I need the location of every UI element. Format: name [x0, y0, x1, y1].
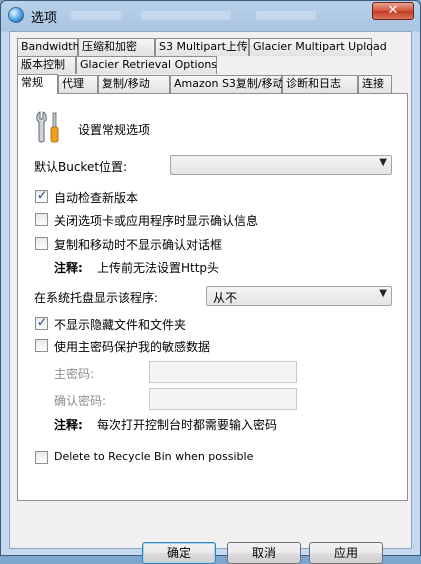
button-label: 确定 — [166, 546, 191, 560]
master-password-label[interactable]: 使用主密码保护我的敏感数据 — [54, 338, 210, 355]
tab-label: 版本控制 — [21, 58, 65, 71]
tab-label: 压缩和加密 — [82, 40, 137, 53]
tab-label: Amazon S3复制/移动 — [174, 77, 284, 90]
cancel-button[interactable]: 取消 — [227, 542, 301, 564]
tab-label: Glacier Retrieval Options — [80, 58, 218, 71]
tab-diagnostics-logging[interactable]: 诊断和日志 — [282, 75, 358, 93]
note-label: 注释: — [54, 261, 83, 275]
tab-label: Glacier Multipart Upload — [253, 40, 387, 53]
section-title: 设置常规选项 — [78, 123, 151, 137]
tray-value: 从不 — [213, 291, 238, 305]
master-password-field-label: 主密码: — [54, 367, 95, 381]
tab-s3-copy-move[interactable]: Amazon S3复制/移动 — [170, 75, 284, 93]
background-ghost-text — [141, 11, 231, 20]
master-password-checkbox[interactable] — [35, 339, 48, 352]
tab-general[interactable]: 常规 — [17, 74, 58, 94]
check-updates-checkbox[interactable]: ✓ — [35, 188, 48, 203]
tab-bandwidth[interactable]: Bandwidth — [17, 38, 80, 56]
recycle-bin-label[interactable]: Delete to Recycle Bin when possible — [54, 450, 253, 463]
tab-proxy[interactable]: 代理 — [58, 75, 98, 93]
master-password-field[interactable] — [149, 361, 297, 383]
tab-label: 代理 — [62, 77, 84, 90]
checkmark-icon: ✓ — [37, 315, 48, 329]
window-title: 选项 — [31, 11, 58, 26]
tab-glacier-multipart[interactable]: Glacier Multipart Upload — [249, 38, 387, 56]
tab-label: 常规 — [21, 76, 43, 89]
tools-icon — [36, 111, 59, 143]
confirm-password-field-label: 确认密码: — [54, 394, 107, 408]
general-tab-panel: 设置常规选项 默认Bucket位置: ▼ ✓ 自动检查新版本 关闭选项卡或应用程… — [17, 93, 408, 501]
background-ghost-text — [256, 11, 316, 20]
bucket-location-dropdown[interactable]: ▼ — [170, 155, 392, 175]
dialog-client: Bandwidth 压缩和加密 S3 Multipart上传 Glacier M… — [9, 31, 412, 564]
tab-connection[interactable]: 连接 — [358, 75, 392, 93]
tab-label: Bandwidth — [21, 40, 80, 53]
tab-label: S3 Multipart上传 — [159, 40, 248, 53]
chevron-down-icon: ▼ — [379, 288, 387, 299]
tab-compression-encryption[interactable]: 压缩和加密 — [78, 38, 155, 56]
title-bar[interactable]: 选项 ✕ — [1, 1, 420, 29]
close-icon: ✕ — [387, 3, 399, 18]
button-label: 应用 — [333, 546, 358, 560]
ok-button[interactable]: 确定 — [142, 542, 216, 564]
hide-hidden-label[interactable]: 不显示隐藏文件和文件夹 — [54, 316, 186, 333]
apply-button[interactable]: 应用 — [309, 542, 383, 564]
note-label: 注释: — [54, 418, 83, 432]
confirm-close-label[interactable]: 关闭选项卡或应用程序时显示确认信息 — [54, 212, 258, 229]
hide-hidden-checkbox[interactable]: ✓ — [35, 315, 48, 330]
note-text: 上传前无法设置Http头 — [97, 261, 220, 275]
close-button[interactable]: ✕ — [372, 2, 414, 20]
no-confirm-copy-label[interactable]: 复制和移动时不显示确认对话框 — [54, 236, 222, 253]
tab-copy-move[interactable]: 复制/移动 — [98, 75, 170, 93]
tab-glacier-retrieval[interactable]: Glacier Retrieval Options — [76, 56, 217, 74]
app-icon — [8, 7, 24, 23]
background-ghost-text — [71, 11, 121, 20]
check-updates-label[interactable]: 自动检查新版本 — [54, 189, 138, 206]
tab-label: 诊断和日志 — [286, 77, 341, 90]
confirm-password-field[interactable] — [149, 388, 297, 410]
tab-label: 连接 — [362, 77, 384, 90]
note-text: 每次打开控制台时都需要输入密码 — [97, 418, 278, 432]
tab-s3-multipart[interactable]: S3 Multipart上传 — [155, 38, 249, 56]
tab-versioning[interactable]: 版本控制 — [17, 56, 76, 74]
confirm-close-checkbox[interactable] — [35, 213, 48, 226]
tray-dropdown[interactable]: 从不 ▼ — [206, 286, 392, 306]
tab-label: 复制/移动 — [102, 77, 150, 90]
no-confirm-copy-checkbox[interactable] — [35, 237, 48, 250]
tray-label: 在系统托盘显示该程序: — [34, 291, 159, 305]
recycle-bin-checkbox[interactable] — [35, 451, 48, 464]
options-window: 选项 ✕ Bandwidth 压缩和加密 S3 Multipart上传 Glac… — [0, 0, 421, 564]
checkmark-icon: ✓ — [37, 188, 48, 202]
button-label: 取消 — [251, 546, 276, 560]
bucket-location-label: 默认Bucket位置: — [34, 160, 128, 174]
chevron-down-icon: ▼ — [379, 157, 387, 168]
